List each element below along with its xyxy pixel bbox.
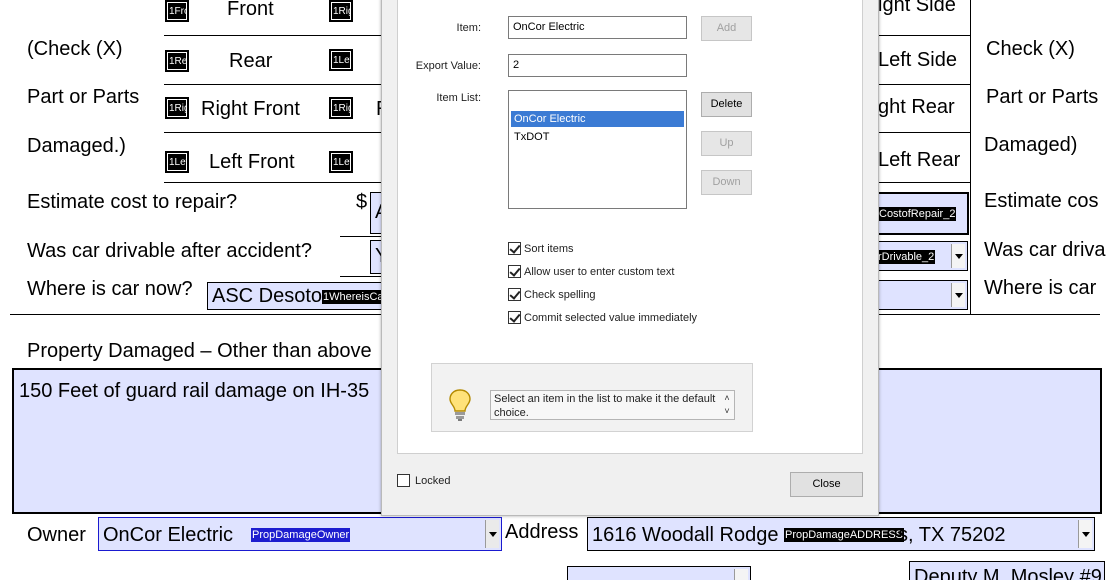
- drivable-tag: rDrivable_2: [877, 250, 936, 264]
- right-front-label: Right Front: [201, 98, 300, 120]
- list-item-txdot[interactable]: TxDOT: [511, 129, 684, 145]
- check-x-label-2: Check (X): [986, 38, 1075, 60]
- address-dropdown[interactable]: 1616 Woodall Rodge PropDamageADDRESS s, …: [587, 517, 1095, 551]
- export-value-input[interactable]: 2: [508, 54, 687, 77]
- estimate-cost-field-2[interactable]: CostofRepair_2: [876, 192, 969, 235]
- export-value-label: Export Value:: [415, 60, 481, 72]
- list-box-properties-dialog: Item: OnCor Electric Add Export Value: 2…: [381, 0, 879, 516]
- grid-line: [10, 314, 382, 315]
- chevron-down-icon[interactable]: [951, 283, 965, 307]
- car-drivable-dropdown-2[interactable]: rDrivable_2: [876, 241, 968, 271]
- right-side-checkbox[interactable]: 1Rig: [329, 0, 353, 22]
- item-list[interactable]: OnCor Electric TxDOT: [508, 90, 687, 209]
- part-or-parts-label-2: Part or Parts: [986, 86, 1099, 108]
- car-drivable-label: Was car drivable after accident?: [27, 240, 312, 262]
- damaged-label-2: Damaged): [984, 134, 1078, 156]
- grid-line: [164, 132, 382, 133]
- owner-label: Owner: [27, 524, 86, 546]
- item-label: Item:: [456, 22, 481, 34]
- grid-line: [970, 0, 971, 314]
- rear-checkbox[interactable]: 1Rea: [165, 50, 189, 72]
- estimate-cost-label: Estimate cost to repair?: [27, 191, 238, 213]
- grid-line: [340, 236, 382, 237]
- grid-line: [340, 276, 382, 277]
- grid-line: [878, 182, 970, 183]
- right-front-checkbox[interactable]: 1Rig: [165, 97, 189, 119]
- dollar-sign: $: [356, 191, 368, 213]
- tip-text: Select an item in the list to make it th…: [490, 390, 735, 420]
- close-button[interactable]: Close: [790, 472, 863, 497]
- add-button[interactable]: Add: [701, 16, 752, 41]
- chevron-down-icon[interactable]: [485, 520, 499, 548]
- grid-line: [878, 84, 970, 85]
- down-button[interactable]: Down: [701, 170, 752, 195]
- owner-dropdown[interactable]: OnCor Electric PropDamageOwner: [98, 517, 502, 551]
- left-side-label: Left Side: [878, 49, 957, 71]
- part-or-parts-label: Part or Parts: [27, 86, 140, 108]
- list-item-oncor[interactable]: OnCor Electric: [511, 111, 684, 127]
- where-is-car-tag: 1WhereisCar: [322, 290, 384, 304]
- right-rear-checkbox[interactable]: 1Rig: [329, 97, 353, 119]
- chevron-down-icon[interactable]: [1078, 520, 1092, 548]
- commit-value-checkbox[interactable]: [508, 311, 521, 324]
- item-list-label: Item List:: [436, 92, 481, 104]
- grid-line: [878, 35, 970, 36]
- front-checkbox[interactable]: 1Fro: [165, 0, 189, 22]
- right-rear-label: ght Rear: [878, 96, 955, 118]
- damaged-label: Damaged.): [27, 135, 126, 157]
- chevron-down-icon[interactable]: [734, 569, 748, 580]
- property-damaged-label: Property Damaged – Other than above: [27, 340, 372, 362]
- delete-button[interactable]: Delete: [701, 92, 752, 117]
- custom-text-checkbox[interactable]: [508, 265, 521, 278]
- lightbulb-icon: [449, 389, 471, 421]
- where-is-car-label: Where is car now?: [27, 278, 193, 300]
- locked-checkbox[interactable]: [397, 474, 410, 487]
- where-is-car-label-2: Where is car: [984, 277, 1097, 299]
- cost-of-repair-tag: CostofRepair_2: [878, 207, 957, 221]
- front-label: Front: [227, 0, 274, 20]
- car-drivable-label-2: Was car driva: [984, 239, 1106, 261]
- deputy-field[interactable]: Deputy M. Mosley #9: [909, 561, 1105, 580]
- right-side-label: ight Side: [878, 0, 956, 16]
- tip-box: Select an item in the list to make it th…: [431, 363, 753, 432]
- left-rear-checkbox[interactable]: 1Lef: [329, 151, 353, 173]
- grid-line: [164, 84, 382, 85]
- tip-scrollbar[interactable]: ˄ ˅: [721, 392, 733, 418]
- bottom-field[interactable]: [567, 566, 751, 580]
- where-is-car-field[interactable]: ASC Desoto 1WhereisCar: [207, 282, 385, 310]
- left-side-checkbox[interactable]: 1Lef: [329, 49, 353, 71]
- check-x-label: (Check (X): [27, 38, 123, 60]
- left-front-label: Left Front: [209, 151, 295, 173]
- left-front-checkbox[interactable]: 1Lef: [165, 151, 189, 173]
- chevron-down-icon[interactable]: [951, 244, 965, 268]
- where-is-car-dropdown-2[interactable]: [876, 280, 968, 310]
- up-button[interactable]: Up: [701, 131, 752, 156]
- item-input[interactable]: OnCor Electric: [508, 16, 687, 39]
- grid-line: [164, 182, 382, 183]
- estimate-cost-label-2: Estimate cos: [984, 190, 1099, 212]
- check-spelling-checkbox[interactable]: [508, 288, 521, 301]
- grid-line: [878, 132, 970, 133]
- left-rear-label: Left Rear: [878, 149, 961, 171]
- owner-tag: PropDamageOwner: [251, 528, 351, 542]
- address-tag: PropDamageADDRESS: [784, 528, 904, 542]
- rear-label: Rear: [229, 50, 273, 72]
- address-label: Address: [505, 521, 579, 543]
- grid-line: [878, 314, 1100, 315]
- sort-items-checkbox[interactable]: [508, 242, 521, 255]
- options-panel: Item: OnCor Electric Add Export Value: 2…: [397, 0, 863, 454]
- grid-line: [164, 35, 382, 36]
